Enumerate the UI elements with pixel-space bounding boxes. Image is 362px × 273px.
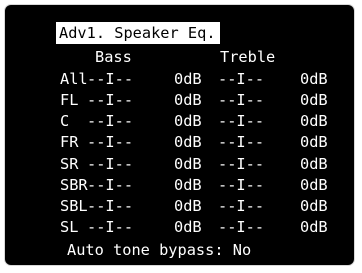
channel-label: FL [60, 91, 88, 109]
bass-slider[interactable]: --I-- [87, 218, 133, 237]
eq-row-sbl[interactable]: SBL --I-- 0dB --I-- 0dB [60, 197, 328, 216]
eq-row-all[interactable]: All --I-- 0dB --I-- 0dB [60, 70, 328, 89]
channel-label: SBR [60, 176, 88, 194]
treble-column-header: Treble [220, 48, 276, 66]
bass-value: 0dB [174, 70, 202, 88]
treble-value: 0dB [300, 218, 328, 236]
bass-value: 0dB [174, 155, 202, 173]
eq-row-fr[interactable]: FR --I-- 0dB --I-- 0dB [60, 133, 328, 152]
bass-slider[interactable]: --I-- [87, 70, 133, 89]
bass-column-header: Bass [95, 48, 132, 66]
bass-slider[interactable]: --I-- [87, 155, 133, 174]
bass-slider[interactable]: --I-- [87, 91, 133, 110]
bass-value: 0dB [174, 176, 202, 194]
treble-slider[interactable]: --I-- [218, 91, 264, 110]
treble-slider[interactable]: --I-- [218, 155, 264, 174]
menu-title[interactable]: Adv1. Speaker Eq. [56, 22, 220, 44]
treble-slider[interactable]: --I-- [218, 70, 264, 89]
bass-value: 0dB [174, 133, 202, 151]
osd-screen: Adv1. Speaker Eq. Bass Treble All --I-- … [5, 5, 354, 265]
channel-label: All [60, 70, 88, 88]
treble-value: 0dB [300, 70, 328, 88]
channel-label: SR [60, 155, 88, 173]
treble-value: 0dB [300, 176, 328, 194]
bass-value: 0dB [174, 91, 202, 109]
bass-slider[interactable]: --I-- [87, 133, 133, 152]
auto-tone-bypass-setting[interactable]: Auto tone bypass: No [67, 241, 251, 260]
treble-value: 0dB [300, 112, 328, 130]
treble-value: 0dB [300, 133, 328, 151]
device-frame: Adv1. Speaker Eq. Bass Treble All --I-- … [0, 0, 362, 273]
treble-slider[interactable]: --I-- [218, 197, 264, 216]
eq-row-sl[interactable]: SL --I-- 0dB --I-- 0dB [60, 218, 328, 237]
eq-row-sr[interactable]: SR --I-- 0dB --I-- 0dB [60, 155, 328, 174]
bass-value: 0dB [174, 112, 202, 130]
channel-label: FR [60, 133, 88, 151]
treble-slider[interactable]: --I-- [218, 112, 264, 131]
treble-slider[interactable]: --I-- [218, 133, 264, 152]
treble-value: 0dB [300, 91, 328, 109]
bass-slider[interactable]: --I-- [87, 176, 133, 195]
channel-label: SBL [60, 197, 88, 215]
treble-slider[interactable]: --I-- [218, 176, 264, 195]
eq-row-c[interactable]: C --I-- 0dB --I-- 0dB [60, 112, 328, 131]
speaker-eq-menu: Adv1. Speaker Eq. Bass Treble All --I-- … [5, 5, 354, 265]
treble-value: 0dB [300, 197, 328, 215]
treble-value: 0dB [300, 155, 328, 173]
treble-slider[interactable]: --I-- [218, 218, 264, 237]
bass-slider[interactable]: --I-- [87, 112, 133, 131]
eq-row-fl[interactable]: FL --I-- 0dB --I-- 0dB [60, 91, 328, 110]
bass-value: 0dB [174, 218, 202, 236]
channel-label: C [60, 112, 88, 130]
bass-slider[interactable]: --I-- [87, 197, 133, 216]
bass-value: 0dB [174, 197, 202, 215]
eq-row-sbr[interactable]: SBR --I-- 0dB --I-- 0dB [60, 176, 328, 195]
channel-label: SL [60, 218, 88, 236]
